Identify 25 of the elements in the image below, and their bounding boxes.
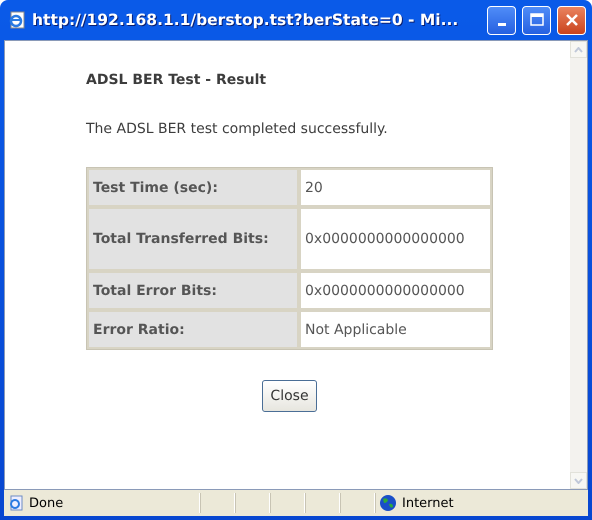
table-cell: Total Error Bits: [87, 271, 299, 310]
table-cell: 20 [299, 168, 492, 207]
minimize-button[interactable] [487, 6, 516, 34]
caret-up-icon [574, 46, 583, 52]
status-text: Done [29, 496, 64, 510]
zone-text: Internet [402, 496, 454, 510]
globe-icon [379, 494, 397, 512]
minimize-icon [498, 23, 506, 26]
table-cell: 0x0000000000000000 [299, 271, 492, 310]
window-title: http://192.168.1.1/berstop.tst?berState=0 - Mi... [32, 11, 460, 29]
close-icon [564, 12, 580, 28]
table-cell: Error Ratio: [87, 310, 299, 349]
page-icon [8, 495, 24, 511]
maximize-button[interactable] [522, 6, 551, 34]
table-cell: Total Transferred Bits: [87, 207, 299, 271]
maximize-icon [528, 12, 544, 28]
table-cell: 0x0000000000000000 [299, 207, 492, 271]
caret-down-icon [574, 478, 583, 484]
window-close-button[interactable] [557, 6, 586, 34]
page-heading: ADSL BER Test - Result [86, 72, 268, 88]
result-message: The ADSL BER test completed successfully. [86, 121, 389, 137]
browser-icon [8, 11, 26, 29]
close-button[interactable]: Close [262, 380, 317, 412]
table-cell: Not Applicable [299, 310, 492, 349]
table-cell: Test Time (sec): [87, 168, 299, 207]
